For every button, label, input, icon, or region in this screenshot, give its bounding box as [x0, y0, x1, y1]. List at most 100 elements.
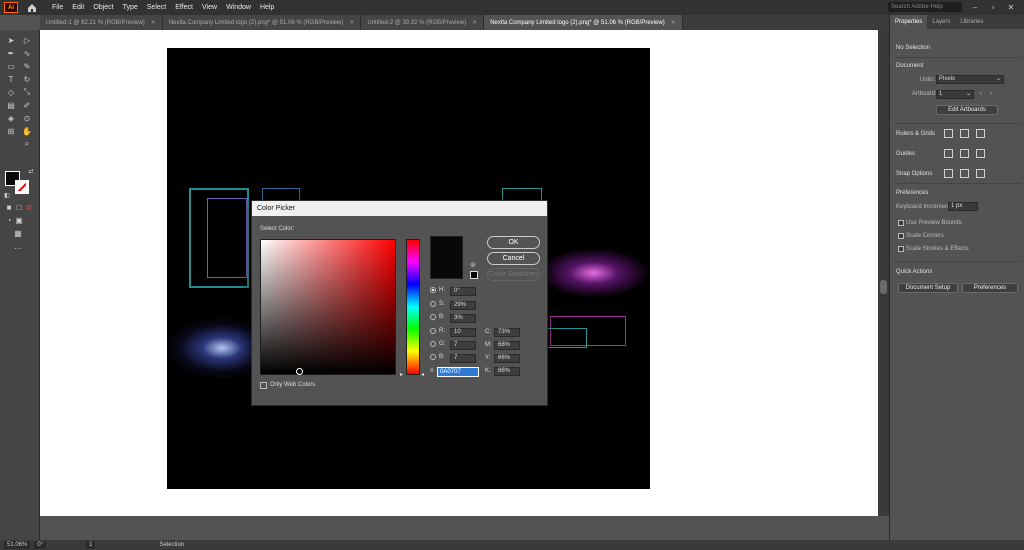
document-setup-button[interactable]: Document Setup — [898, 283, 958, 293]
ruler-icon[interactable] — [944, 129, 953, 138]
hand-tool-icon[interactable]: ✋ — [22, 126, 32, 136]
curvature-tool-icon[interactable]: ∿ — [22, 48, 32, 58]
b-input[interactable]: 3% — [450, 314, 476, 323]
home-icon[interactable] — [26, 2, 38, 14]
scale-tool-icon[interactable]: ⤡ — [22, 87, 32, 97]
hue-slider-right-arrow-icon[interactable]: ◂ — [421, 371, 424, 378]
h-input[interactable]: 0° — [450, 287, 476, 296]
eyedropper-tool-icon[interactable]: ✐ — [22, 100, 32, 110]
artboard-dropdown[interactable]: 1 ⌄ — [936, 90, 974, 99]
minimize-icon[interactable]: – — [970, 3, 980, 12]
r-input[interactable]: 10 — [450, 328, 476, 337]
doc-tab-3[interactable]: Untitled-2 @ 39.32 % (RGB/Preview) ✕ — [361, 15, 485, 30]
keyboard-increment-input[interactable]: 1 px — [948, 202, 978, 211]
ok-button[interactable]: OK — [487, 236, 540, 249]
none-mode-icon[interactable]: ⊘ — [24, 202, 34, 212]
tab-properties[interactable]: Properties — [890, 15, 928, 29]
selection-tool-icon[interactable]: ➤ — [6, 35, 16, 45]
change-screen-mode-icon[interactable]: ▦ — [13, 228, 23, 238]
rotate-tool-icon[interactable]: ↻ — [22, 74, 32, 84]
s-radio[interactable] — [430, 301, 436, 307]
show-guides-icon[interactable] — [944, 149, 953, 158]
eraser-tool-icon[interactable]: ◇ — [6, 87, 16, 97]
preferences-button[interactable]: Preferences — [962, 283, 1018, 293]
pen-tool-icon[interactable]: ✒ — [6, 48, 16, 58]
gradient-mode-icon[interactable]: □ — [14, 202, 24, 212]
m-input[interactable]: 68% — [494, 341, 520, 350]
more-tools-icon[interactable]: ··· — [13, 243, 23, 253]
tab-layers[interactable]: Layers — [927, 15, 955, 29]
stroke-swatch[interactable] — [15, 180, 29, 194]
k-input[interactable]: 86% — [494, 367, 520, 376]
scale-strokes-checkbox[interactable] — [898, 246, 904, 252]
snap-to-glyph-icon[interactable] — [976, 169, 985, 178]
b-radio[interactable] — [430, 314, 436, 320]
horizontal-scrollbar[interactable] — [40, 516, 878, 540]
menu-view[interactable]: View — [202, 4, 217, 11]
color-mode-icon[interactable]: ■ — [4, 202, 14, 212]
hue-slider[interactable] — [406, 239, 420, 375]
c-input[interactable]: 73% — [494, 328, 520, 337]
cancel-button[interactable]: Cancel — [487, 252, 540, 265]
out-of-web-color-warning-icon[interactable]: ⊚ — [470, 261, 476, 269]
zoom-field[interactable]: 51.06% — [4, 541, 31, 549]
blue-input[interactable]: 7 — [450, 354, 476, 363]
menu-select[interactable]: Select — [147, 4, 166, 11]
scale-corners-checkbox[interactable] — [898, 233, 904, 239]
zoom-tool-icon[interactable]: ⌕ — [22, 139, 32, 149]
width-tool-icon[interactable]: ⊙ — [22, 113, 32, 123]
menu-file[interactable]: File — [52, 4, 63, 11]
web-safe-color-swatch[interactable] — [470, 271, 478, 279]
snap-to-pixel-icon[interactable] — [960, 169, 969, 178]
tab-close-icon[interactable]: ✕ — [671, 19, 676, 26]
only-web-colors-checkbox[interactable] — [260, 382, 267, 389]
color-swatches-button[interactable]: Color Swatches — [487, 268, 540, 281]
doc-tab-4[interactable]: Nexlta Company Limited logo (2).png* @ 5… — [484, 15, 683, 30]
tab-libraries[interactable]: Libraries — [955, 15, 988, 29]
s-input[interactable]: 29% — [450, 301, 476, 310]
lock-guides-icon[interactable] — [960, 149, 969, 158]
menu-effect[interactable]: Effect — [175, 4, 193, 11]
swap-colors-icon[interactable]: ⇄ — [26, 166, 36, 176]
artboard-nav-field[interactable]: 1 — [86, 541, 96, 549]
default-colors-icon[interactable]: ◧ — [2, 190, 12, 200]
type-tool-icon[interactable]: T — [6, 74, 16, 84]
tab-close-icon[interactable]: ✕ — [151, 19, 156, 26]
vertical-scrollbar[interactable] — [878, 30, 889, 516]
prev-artboard-icon[interactable]: ‹ — [980, 91, 982, 97]
menu-type[interactable]: Type — [123, 4, 138, 11]
snap-to-point-icon[interactable] — [944, 169, 953, 178]
g-radio[interactable] — [430, 341, 436, 347]
smart-guides-icon[interactable] — [976, 149, 985, 158]
saturation-brightness-field[interactable] — [260, 239, 396, 375]
close-icon[interactable]: ✕ — [1006, 3, 1016, 12]
edit-artboards-button[interactable]: Edit Artboards — [936, 105, 998, 115]
doc-tab-1[interactable]: Untitled-1 @ 82.21 % (RGB/Preview) ✕ — [40, 15, 163, 30]
transparency-grid-icon[interactable] — [976, 129, 985, 138]
units-dropdown[interactable]: Pixels ⌄ — [936, 75, 1004, 84]
direct-selection-tool-icon[interactable]: ▷ — [22, 35, 32, 45]
pencil-tool-icon[interactable]: ✎ — [22, 61, 32, 71]
menu-window[interactable]: Window — [226, 4, 251, 11]
blue-radio[interactable] — [430, 354, 436, 360]
rectangle-tool-icon[interactable]: ▭ — [6, 61, 16, 71]
h-radio[interactable] — [430, 287, 436, 293]
r-radio[interactable] — [430, 328, 436, 334]
maximize-icon[interactable]: ▫ — [988, 3, 998, 12]
rotation-field[interactable]: 0° — [34, 541, 47, 549]
tab-close-icon[interactable]: ✕ — [472, 19, 477, 26]
hue-slider-left-arrow-icon[interactable]: ▸ — [400, 371, 403, 378]
help-search-input[interactable]: Search Adobe Help — [888, 2, 962, 12]
menu-help[interactable]: Help — [260, 4, 274, 11]
menu-object[interactable]: Object — [93, 4, 113, 11]
screen-mode-icon[interactable]: ▣ — [14, 215, 24, 225]
draw-mode-icon[interactable]: ◔ — [4, 215, 14, 225]
hex-input[interactable]: 0A0707 — [437, 367, 479, 377]
g-input[interactable]: 7 — [450, 341, 476, 350]
use-preview-bounds-checkbox[interactable] — [898, 220, 904, 226]
next-artboard-icon[interactable]: › — [990, 91, 992, 97]
scroll-thumb[interactable] — [880, 280, 887, 294]
tab-close-icon[interactable]: ✕ — [349, 19, 354, 26]
artboard-tool-icon[interactable]: ⊞ — [6, 126, 16, 136]
y-input[interactable]: 66% — [494, 354, 520, 363]
